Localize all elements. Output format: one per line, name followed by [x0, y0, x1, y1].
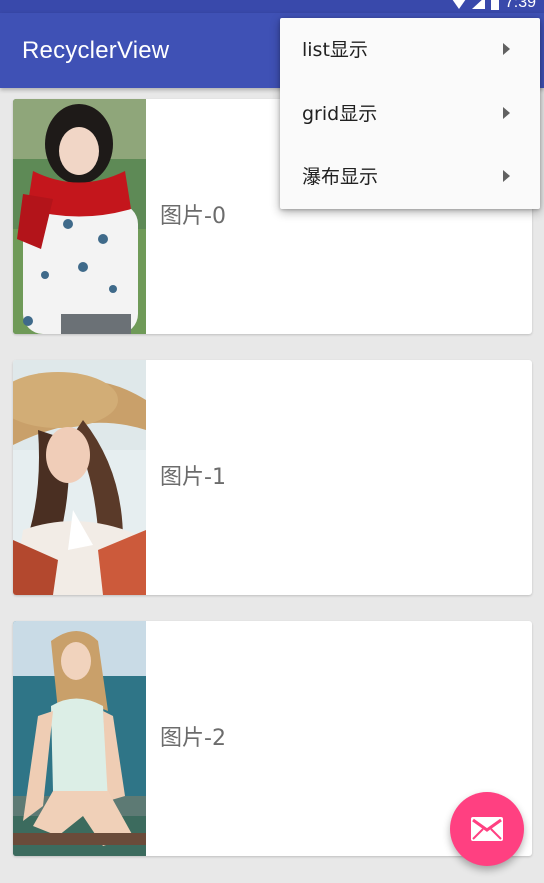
wifi-icon [452, 0, 466, 9]
app-title: RecyclerView [22, 37, 170, 64]
item-label: 图片-2 [160, 726, 226, 751]
menu-item-label: grid显示 [302, 103, 378, 125]
menu-item-list[interactable]: list显示 [280, 18, 540, 82]
submenu-arrow-icon [503, 43, 510, 55]
thumbnail-image [13, 360, 146, 595]
email-icon [471, 817, 503, 845]
thumbnail-image [13, 99, 146, 334]
signal-icon [471, 0, 485, 9]
submenu-arrow-icon [503, 107, 510, 119]
overflow-popup-menu: list显示 grid显示 瀑布显示 [280, 18, 540, 209]
menu-item-label: 瀑布显示 [302, 166, 379, 188]
status-bar: 7:39 [0, 0, 544, 13]
submenu-arrow-icon [503, 170, 510, 182]
status-icons: 7:39 [452, 0, 536, 12]
battery-icon [490, 0, 499, 10]
item-label: 图片-1 [160, 465, 226, 490]
thumbnail-image [13, 621, 146, 856]
list-item[interactable]: 图片-1 [13, 360, 532, 595]
menu-item-label: list显示 [302, 39, 368, 61]
status-time: 7:39 [504, 0, 536, 11]
email-fab-button[interactable] [450, 792, 524, 866]
item-label: 图片-0 [160, 204, 226, 229]
menu-item-grid[interactable]: grid显示 [280, 82, 540, 146]
menu-item-waterfall[interactable]: 瀑布显示 [280, 145, 540, 209]
